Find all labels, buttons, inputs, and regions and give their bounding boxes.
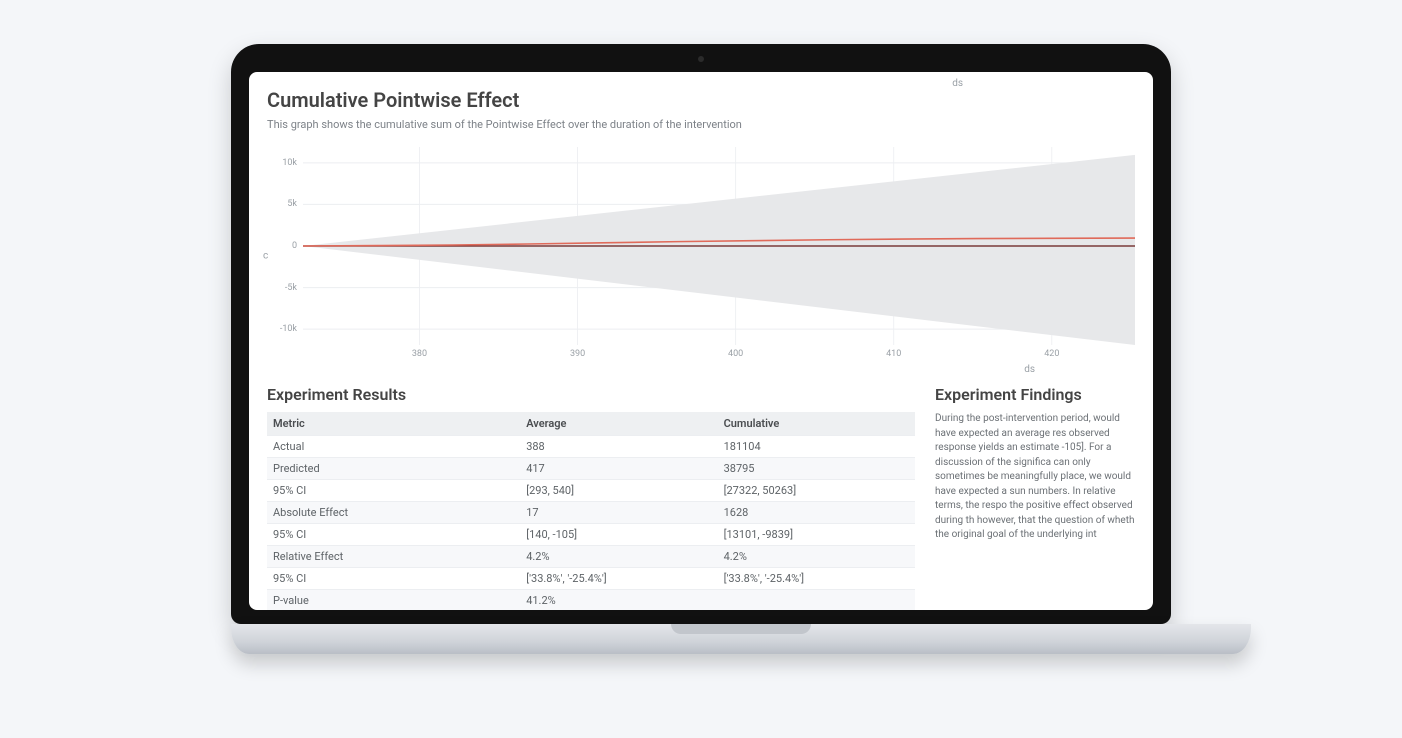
laptop-bezel: ds Cumulative Pointwise Effect This grap… — [231, 44, 1171, 624]
chart-container: c 10k 5k 0 -5k -10k — [267, 141, 1135, 371]
xtick: 380 — [412, 349, 427, 359]
cell — [718, 590, 915, 611]
findings-body: During the post-intervention period, wou… — [935, 412, 1135, 543]
chart-plot[interactable] — [303, 147, 1135, 345]
table-row: Absolute Effect171628 — [267, 502, 915, 524]
cell: [27322, 50263] — [718, 480, 915, 502]
table-row: Actual388181104 — [267, 436, 915, 458]
ytick: -5k — [285, 283, 297, 293]
cell: Relative Effect — [267, 546, 520, 568]
cell: 95% CI — [267, 524, 520, 546]
cell: 388 — [520, 436, 717, 458]
ytick: 5k — [287, 199, 297, 209]
xtick: 410 — [886, 349, 901, 359]
cell: Absolute Effect — [267, 502, 520, 524]
cell: ['33.8%', '-25.4%'] — [520, 568, 717, 590]
app-root: ds Cumulative Pointwise Effect This grap… — [249, 72, 1153, 610]
laptop-mock: ds Cumulative Pointwise Effect This grap… — [231, 44, 1171, 654]
cell: 1628 — [718, 502, 915, 524]
results-panel: Experiment Results Metric Average Cumula… — [267, 385, 915, 610]
cell: 181104 — [718, 436, 915, 458]
results-title: Experiment Results — [267, 385, 915, 404]
laptop-deck — [231, 624, 1251, 654]
axis-label-top: ds — [952, 78, 963, 89]
cell: Actual — [267, 436, 520, 458]
chart-xticks: 380 390 400 410 420 — [303, 349, 1135, 363]
cell: P-value — [267, 590, 520, 611]
cell: 4.2% — [718, 546, 915, 568]
cell: ['33.8%', '-25.4%'] — [718, 568, 915, 590]
chart-yticks: 10k 5k 0 -5k -10k — [267, 147, 301, 345]
findings-title: Experiment Findings — [935, 385, 1135, 404]
cell: 4.2% — [520, 546, 717, 568]
page-subtitle: This graph shows the cumulative sum of t… — [267, 118, 1135, 131]
table-row: Relative Effect4.2%4.2% — [267, 546, 915, 568]
cell: 17 — [520, 502, 717, 524]
findings-panel: Experiment Findings During the post-inte… — [935, 385, 1135, 610]
table-row: 95% CI['33.8%', '-25.4%']['33.8%', '-25.… — [267, 568, 915, 590]
ytick: 0 — [292, 241, 297, 251]
results-table: Metric Average Cumulative Actual38818110… — [267, 412, 915, 610]
cell: 95% CI — [267, 568, 520, 590]
xtick: 420 — [1044, 349, 1059, 359]
cell: 417 — [520, 458, 717, 480]
xtick: 390 — [570, 349, 585, 359]
cell: [13101, -9839] — [718, 524, 915, 546]
ytick: 10k — [282, 158, 297, 168]
page-title: Cumulative Pointwise Effect — [267, 88, 1135, 112]
camera-dot — [698, 56, 704, 62]
trackpad-notch — [671, 624, 811, 634]
ytick: -10k — [280, 324, 297, 334]
table-row: 95% CI[140, -105][13101, -9839] — [267, 524, 915, 546]
ci-band — [303, 155, 1135, 345]
chart-svg — [303, 147, 1135, 345]
cell: 41.2% — [520, 590, 717, 611]
cell: 95% CI — [267, 480, 520, 502]
cell: 38795 — [718, 458, 915, 480]
table-row: P-value41.2% — [267, 590, 915, 611]
table-row: 95% CI[293, 540][27322, 50263] — [267, 480, 915, 502]
panels: Experiment Results Metric Average Cumula… — [267, 385, 1135, 610]
laptop-screen: ds Cumulative Pointwise Effect This grap… — [249, 72, 1153, 610]
col-average: Average — [520, 412, 717, 436]
cell: [293, 540] — [520, 480, 717, 502]
col-metric: Metric — [267, 412, 520, 436]
table-row: Predicted41738795 — [267, 458, 915, 480]
col-cumulative: Cumulative — [718, 412, 915, 436]
cell: Predicted — [267, 458, 520, 480]
chart-xlabel: ds — [1024, 364, 1035, 375]
page-stage: ds Cumulative Pointwise Effect This grap… — [0, 0, 1402, 738]
cell: [140, -105] — [520, 524, 717, 546]
xtick: 400 — [728, 349, 743, 359]
